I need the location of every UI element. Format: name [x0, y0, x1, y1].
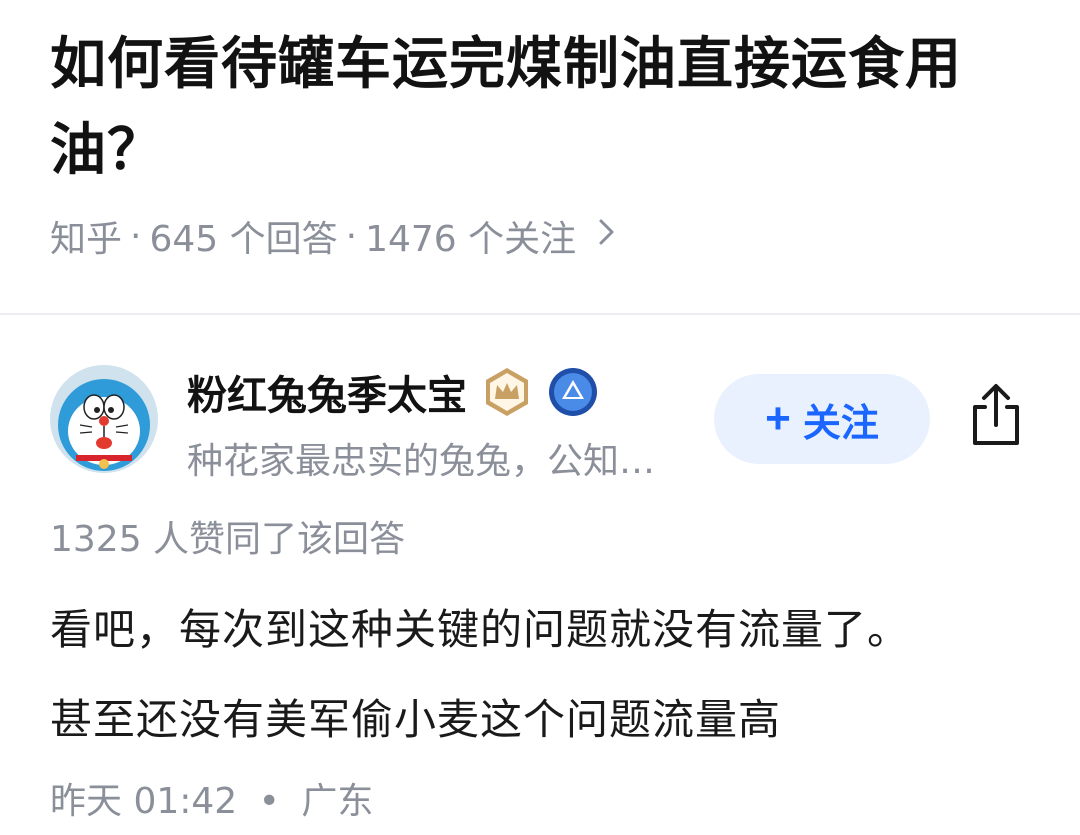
footer-separator: •	[258, 781, 280, 822]
upgrade-badge-icon[interactable]	[547, 366, 599, 418]
answer-paragraph: 看吧，每次到这种关键的问题就没有流量了。	[50, 605, 911, 654]
answer-count: 645 个回答	[149, 219, 338, 260]
source-label: 知乎	[50, 219, 123, 260]
divider	[0, 313, 1080, 315]
author-bio: 种花家最忠实的兔兔，公知…	[187, 441, 656, 482]
follow-button[interactable]: + 关注	[714, 374, 930, 464]
chevron-right-icon[interactable]	[598, 216, 616, 256]
answer-time: 昨天 01:42	[50, 781, 238, 822]
follow-label: 关注	[802, 402, 879, 445]
follower-count: 1476 个关注	[365, 219, 577, 260]
meta-separator: ·	[345, 215, 358, 257]
share-icon[interactable]	[963, 380, 1029, 450]
answer-paragraph: 甚至还没有美军偷小麦这个问题流量高	[50, 695, 782, 744]
answer-footer: 昨天 01:42 • 广东	[50, 772, 373, 824]
plus-icon: +	[765, 394, 791, 443]
question-title: 如何看待罐车运完煤制油直接运食用油？	[50, 32, 962, 183]
author-name-row: 粉红兔兔季太宝	[187, 362, 599, 422]
author-name[interactable]: 粉红兔兔季太宝	[187, 363, 467, 421]
question-meta[interactable]: 知乎 · 645 个回答 · 1476 个关注	[50, 208, 616, 264]
meta-separator: ·	[130, 215, 142, 257]
answer-location: 广东	[301, 781, 374, 822]
upvote-count: 1325 人赞同了该回答	[50, 519, 406, 560]
crown-badge-icon[interactable]	[481, 366, 533, 418]
avatar[interactable]	[50, 365, 158, 473]
